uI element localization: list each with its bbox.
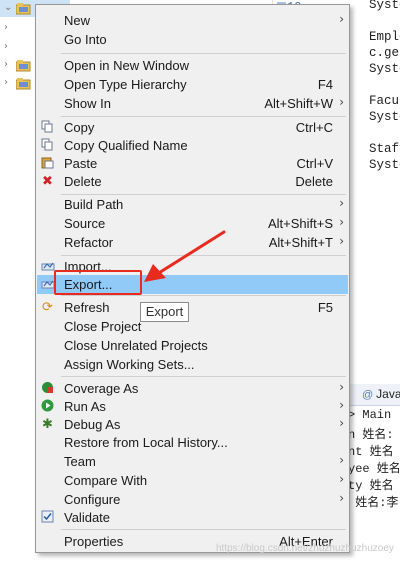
- watermark: https://blog.csdn.net/zhuzhuzhuzhuzoey: [216, 543, 394, 554]
- export-tooltip: Export: [140, 302, 189, 322]
- code-line: Syste: [369, 62, 400, 76]
- menu-separator: [61, 529, 346, 530]
- import-icon: [40, 259, 55, 274]
- menu-item-team[interactable]: Team ›: [37, 452, 348, 471]
- menu-item-run-as[interactable]: Run As ›: [37, 397, 348, 416]
- console-line: n 姓名:: [348, 428, 394, 442]
- submenu-arrow-icon: ›: [339, 95, 344, 109]
- menu-item-delete[interactable]: ✖ Delete Delete: [37, 172, 348, 191]
- submenu-arrow-icon: ›: [339, 491, 344, 505]
- coverage-icon: [40, 381, 55, 396]
- code-line: Syste: [369, 0, 400, 12]
- project-folder-icon: [16, 78, 31, 90]
- submenu-arrow-icon: ›: [339, 12, 344, 26]
- code-line: Facul: [369, 94, 400, 108]
- menu-item-coverage-as[interactable]: Coverage As ›: [37, 379, 348, 398]
- at-sign-icon: @: [362, 389, 374, 401]
- menu-item-compare-with[interactable]: Compare With ›: [37, 471, 348, 490]
- export-icon: [40, 277, 55, 292]
- submenu-arrow-icon: ›: [339, 234, 344, 248]
- collapse-arrow-icon[interactable]: ⌄: [4, 2, 12, 13]
- validate-icon: [40, 510, 55, 525]
- menu-item-build-path[interactable]: Build Path ›: [37, 195, 348, 214]
- tree-row[interactable]: ›: [0, 75, 36, 93]
- code-line: Staff: [369, 142, 400, 156]
- tab-label: Javac: [376, 387, 400, 401]
- expand-arrow-icon[interactable]: ›: [4, 77, 8, 88]
- submenu-arrow-icon: ›: [339, 416, 344, 430]
- copy-icon: [40, 120, 55, 135]
- menu-item-close-unrelated-projects[interactable]: Close Unrelated Projects: [37, 336, 348, 355]
- tree-row[interactable]: ›: [0, 39, 36, 57]
- menu-item-show-in[interactable]: Show In Alt+Shift+W ›: [37, 94, 348, 113]
- tree-row[interactable]: ⌄: [0, 0, 36, 18]
- menu-item-copy-qualified-name[interactable]: Copy Qualified Name: [37, 136, 348, 155]
- tab-javadoc[interactable]: @Javac: [362, 387, 400, 401]
- menu-item-configure[interactable]: Configure ›: [37, 490, 348, 509]
- annotation-arrow-icon: [144, 230, 226, 282]
- console-line: ty 姓名: [348, 479, 394, 493]
- menu-item-go-into[interactable]: Go Into: [37, 30, 348, 49]
- project-explorer: test3 ⌄ › › › ›: [0, 0, 70, 562]
- run-icon: [40, 399, 55, 414]
- console-line: yee 姓名: [348, 462, 400, 476]
- tree-row[interactable]: ›: [0, 57, 36, 75]
- menu-item-copy[interactable]: Copy Ctrl+C: [37, 118, 348, 137]
- expand-arrow-icon[interactable]: ›: [4, 59, 8, 70]
- delete-icon: ✖: [42, 174, 53, 189]
- debug-icon: ✱: [42, 417, 53, 432]
- console-line: 姓名:李: [348, 496, 399, 510]
- code-line: Syste: [369, 158, 400, 172]
- refresh-icon: ⟳: [42, 300, 53, 315]
- submenu-arrow-icon: ›: [339, 472, 344, 486]
- menu-item-open-type-hierarchy[interactable]: Open Type Hierarchy F4: [37, 75, 348, 94]
- menu-separator: [61, 295, 346, 296]
- project-folder-icon: [16, 3, 31, 15]
- tree-row[interactable]: ›: [0, 20, 36, 38]
- code-line: Emplo: [369, 30, 400, 44]
- menu-item-restore-local-history[interactable]: Restore from Local History...: [37, 433, 348, 452]
- menu-item-assign-working-sets[interactable]: Assign Working Sets...: [37, 355, 348, 374]
- project-folder-icon: [16, 60, 31, 72]
- menu-separator: [61, 376, 346, 377]
- menu-separator: [61, 116, 346, 117]
- expand-arrow-icon[interactable]: ›: [4, 22, 8, 33]
- paste-icon: [40, 156, 55, 171]
- menu-item-paste[interactable]: Paste Ctrl+V: [37, 154, 348, 173]
- submenu-arrow-icon: ›: [339, 196, 344, 210]
- console-line: nt 姓名: [348, 445, 394, 459]
- menu-item-debug-as[interactable]: ✱ Debug As ›: [37, 415, 348, 434]
- menu-separator: [61, 53, 346, 54]
- copy-qualified-icon: [40, 138, 55, 153]
- menu-item-close-project[interactable]: Close Project: [37, 317, 348, 336]
- console-tab-bar: @Javac: [348, 384, 400, 406]
- submenu-arrow-icon: ›: [339, 398, 344, 412]
- menu-item-validate[interactable]: Validate: [37, 508, 348, 527]
- menu-item-refresh[interactable]: ⟳ Refresh F5: [37, 298, 348, 317]
- submenu-arrow-icon: ›: [339, 215, 344, 229]
- menu-item-open-new-window[interactable]: Open in New Window: [37, 56, 348, 75]
- code-line: Syste: [369, 110, 400, 124]
- code-line: c.get: [369, 46, 400, 60]
- expand-arrow-icon[interactable]: ›: [4, 41, 8, 52]
- menu-item-new[interactable]: New ›: [37, 11, 348, 30]
- submenu-arrow-icon: ›: [339, 380, 344, 394]
- annotation-highlight-box: [54, 270, 142, 295]
- console-line: > Main (: [348, 408, 400, 422]
- submenu-arrow-icon: ›: [339, 453, 344, 467]
